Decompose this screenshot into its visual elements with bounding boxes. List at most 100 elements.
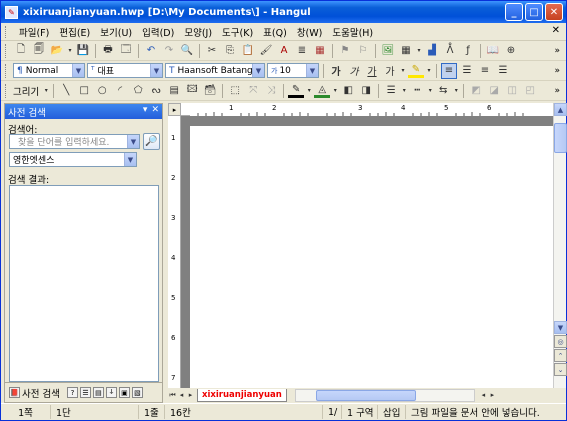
chevron-down-icon[interactable]: ▼ [252,64,264,77]
underline-button[interactable]: 가 [364,63,380,79]
draw-menu-label[interactable]: 그리기 [13,84,39,98]
align-right-icon[interactable]: ☰ [495,63,511,79]
open-icon[interactable]: 📂 [49,43,65,59]
menu-view[interactable]: 보기(U) [95,25,137,39]
toolbar-overflow-icon[interactable]: » [554,86,560,96]
cut-icon[interactable]: ✂ [204,43,220,59]
font-group-select[interactable]: ᵀ 대표 ▼ [87,63,163,78]
chevron-down-icon[interactable]: ▼ [72,64,84,77]
tab-quickcorrect-icon[interactable]: ↆ [105,387,117,398]
fill-color-dropdown-icon[interactable]: ▾ [332,83,338,99]
dictionary-icon[interactable]: 📖 [485,43,501,59]
zoom-icon[interactable]: ⊕ [503,43,519,59]
rotate-icon[interactable]: ◪ [486,83,502,99]
arc-tool-icon[interactable]: ◜ [112,83,128,99]
document-tab[interactable]: xixiruanjianyuan [197,388,287,402]
new-document-icon[interactable]: 🗋 [13,43,29,59]
insert-picture-icon[interactable]: 🖼 [380,43,396,59]
scroll-right-icon[interactable]: ▸ [488,389,497,401]
flip-icon[interactable]: ◫ [504,83,520,99]
menu-edit[interactable]: 편집(E) [54,25,95,39]
align-left-icon[interactable]: ☰ [459,63,475,79]
hyperlink-icon[interactable]: ⚐ [355,43,371,59]
arrow-style-dropdown-icon[interactable]: ▾ [453,83,459,99]
ellipse-tool-icon[interactable]: ○ [94,83,110,99]
send-back-icon[interactable]: ◨ [358,83,374,99]
chevron-down-icon[interactable]: ▼ [124,153,136,166]
line-dash-dropdown-icon[interactable]: ▾ [427,83,433,99]
horizontal-scrollbar[interactable] [294,388,475,402]
clipart-tool-icon[interactable]: 🗃 [202,83,218,99]
search-button[interactable]: 🔎 [143,133,160,150]
ungroup-icon[interactable]: ⤨ [263,83,279,99]
tab-outline-icon[interactable]: ☰ [79,387,91,398]
char-shape-icon[interactable]: A [276,43,292,59]
copy-icon[interactable]: ⎘ [222,43,238,59]
fill-color-icon[interactable]: ◬ [314,84,331,98]
bring-front-icon[interactable]: ◧ [340,83,356,99]
undo-icon[interactable]: ↶ [143,43,159,59]
chevron-down-icon[interactable]: ▼ [306,64,318,77]
preview-icon[interactable]: 🗔 [118,43,134,59]
close-button[interactable]: ✕ [545,3,563,21]
object-browse-icon[interactable]: ◎ [554,335,567,348]
first-tab-icon[interactable]: ⏮ [168,389,177,401]
font-size-select[interactable]: 가 10 ▼ [267,63,319,78]
scroll-down-icon[interactable]: ▼ [554,321,567,334]
panel-menu-icon[interactable]: ▾ [143,105,148,115]
menu-file[interactable]: 파일(F) [14,25,54,39]
toolbar-overflow-icon[interactable]: » [554,46,560,56]
line-color-dropdown-icon[interactable]: ▾ [306,83,312,99]
print-icon[interactable]: 🖶 [100,43,116,59]
textbox-tool-icon[interactable]: ▤ [166,83,182,99]
hangul-app-icon[interactable]: ✎ [5,5,18,19]
search-input[interactable]: 찾을 단어를 입력하세요. ▼ [9,134,140,149]
insert-textart-icon[interactable]: ᐰ [442,43,458,59]
group-icon[interactable]: ⤧ [245,83,261,99]
text-color-dropdown-icon[interactable]: ▾ [400,63,406,79]
horizontal-ruler[interactable]: 1 2 3 4 5 6 [168,103,553,116]
line-dash-icon[interactable]: ┅ [409,83,425,99]
superscript-button[interactable]: 가 [382,63,398,79]
tab-help-icon[interactable]: ? [66,387,78,398]
select-object-icon[interactable]: ⬚ [227,83,243,99]
prev-tab-icon[interactable]: ◂ [177,389,186,401]
ruler-corner-icon[interactable]: ▸ [168,103,181,116]
menu-tools[interactable]: 도구(K) [217,25,258,39]
curve-tool-icon[interactable]: ᔓ [148,83,164,99]
line-style-dropdown-icon[interactable]: ▾ [401,83,407,99]
line-style-icon[interactable]: ☰ [383,83,399,99]
tab-picture-icon[interactable]: ▧ [131,387,143,398]
document-page[interactable] [190,126,553,388]
menu-help[interactable]: 도움말(H) [327,25,378,39]
insert-chart-icon[interactable]: ▟ [424,43,440,59]
minimize-button[interactable]: _ [505,3,523,21]
maximize-button[interactable]: □ [525,3,543,21]
bookmark-icon[interactable]: ⚑ [337,43,353,59]
line-tool-icon[interactable]: ╲ [58,83,74,99]
polygon-tool-icon[interactable]: ⬠ [130,83,146,99]
horizontal-scroll-thumb[interactable] [315,389,416,401]
highlight-dropdown-icon[interactable]: ▾ [426,63,432,79]
insert-table-icon[interactable]: ▦ [398,43,414,59]
redo-icon[interactable]: ↷ [161,43,177,59]
next-tab-icon[interactable]: ▸ [186,389,195,401]
draw-dropdown-icon[interactable]: ▾ [43,83,49,99]
highlight-icon[interactable]: ✎ [408,64,424,78]
tab-clipboard-icon[interactable]: ▤ [92,387,104,398]
format-painter-icon[interactable]: 🖌 [258,43,274,59]
menu-format[interactable]: 모양(J) [179,25,217,39]
scroll-up-icon[interactable]: ▲ [554,103,567,116]
save-icon[interactable]: 💾 [75,43,91,59]
vertical-ruler[interactable]: 1 2 3 4 5 6 7 [168,116,181,388]
menu-window[interactable]: 창(W) [292,25,328,39]
chevron-down-icon[interactable]: ▼ [150,64,162,77]
menu-table[interactable]: 표(Q) [258,25,292,39]
para-shape-icon[interactable]: ≣ [294,43,310,59]
chevron-down-icon[interactable]: ▼ [127,135,139,148]
tab-template-icon[interactable]: ▣ [118,387,130,398]
insert-formula-icon[interactable]: ƒ [460,43,476,59]
status-mode[interactable]: 삽입 [378,405,406,419]
scroll-left-icon[interactable]: ◂ [479,389,488,401]
font-select[interactable]: T Haansoft Batang ▼ [165,63,265,78]
